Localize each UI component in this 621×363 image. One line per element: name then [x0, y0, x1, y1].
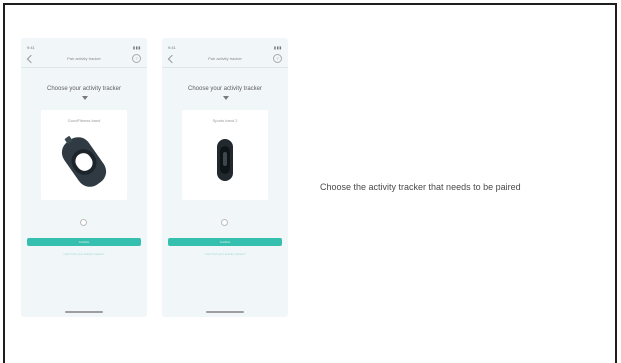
status-time: 9:41: [168, 45, 176, 50]
cant-find-link[interactable]: Can't find your activity tracker?: [43, 252, 125, 256]
status-bar: 9:41 ▮▮▮: [27, 45, 141, 51]
select-radio[interactable]: [80, 219, 87, 226]
chevron-down-icon: [223, 96, 229, 100]
nav-bar: Pair activity tracker ?: [21, 54, 147, 66]
back-icon[interactable]: [167, 54, 177, 64]
home-indicator: [206, 311, 244, 313]
chevron-down-icon: [82, 96, 88, 100]
screen-heading: Choose your activity tracker: [46, 86, 122, 92]
divider: [21, 67, 147, 68]
divider: [162, 67, 288, 68]
cant-find-link[interactable]: Can't find your activity tracker?: [184, 252, 266, 256]
select-radio[interactable]: [221, 219, 228, 226]
system-icons: ▮▮▮: [273, 45, 282, 50]
home-indicator: [65, 311, 103, 313]
tracker-card[interactable]: GoodFitness band: [41, 110, 127, 200]
nav-title: Pair activity tracker: [208, 56, 242, 61]
slide-frame: 9:41 ▮▮▮ Pair activity tracker ? Choose …: [3, 3, 617, 363]
confirm-button[interactable]: Confirm: [168, 238, 282, 246]
nav-title: Pair activity tracker: [67, 56, 101, 61]
help-icon[interactable]: ?: [132, 54, 141, 63]
tracker-card[interactable]: Sports band 2: [182, 110, 268, 200]
confirm-button[interactable]: Confirm: [27, 238, 141, 246]
phone-screenshot-slim-band: 9:41 ▮▮▮ Pair activity tracker ? Choose …: [162, 38, 288, 317]
help-icon[interactable]: ?: [273, 54, 282, 63]
nav-bar: Pair activity tracker ?: [162, 54, 288, 66]
status-bar: 9:41 ▮▮▮: [168, 45, 282, 51]
phone-screenshot-round-band: 9:41 ▮▮▮ Pair activity tracker ? Choose …: [21, 38, 147, 317]
step-caption: Choose the activity tracker that needs t…: [320, 182, 521, 192]
back-icon[interactable]: [26, 54, 36, 64]
status-time: 9:41: [27, 45, 35, 50]
screen-heading: Choose your activity tracker: [187, 86, 263, 92]
round-band-tracker-icon: [61, 136, 107, 187]
system-icons: ▮▮▮: [132, 45, 141, 50]
slim-band-tracker-icon: [217, 139, 233, 181]
